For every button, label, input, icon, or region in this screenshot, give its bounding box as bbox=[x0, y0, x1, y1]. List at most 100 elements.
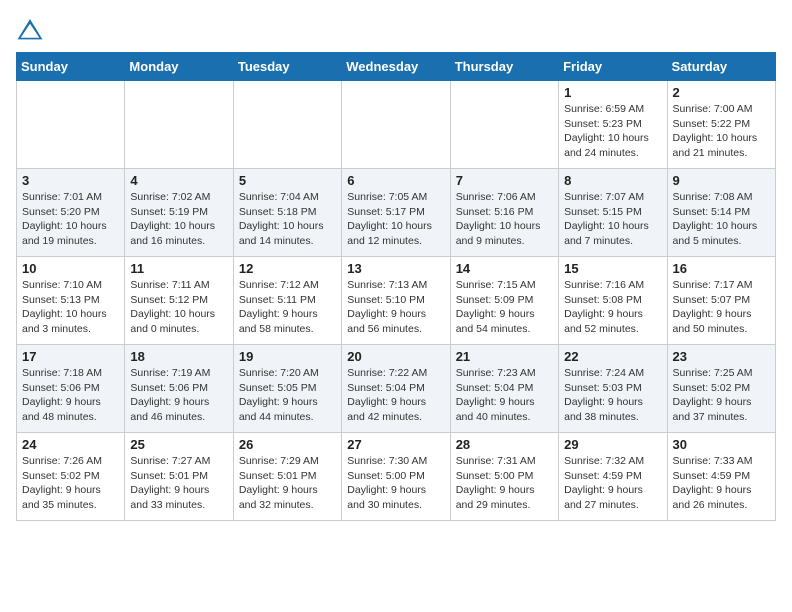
logo-icon bbox=[16, 16, 44, 44]
day-detail: Sunrise: 7:18 AM Sunset: 5:06 PM Dayligh… bbox=[22, 366, 119, 425]
calendar-cell: 28 Sunrise: 7:31 AM Sunset: 5:00 PM Dayli… bbox=[450, 433, 558, 521]
day-number: 17 bbox=[22, 349, 119, 364]
day-detail: Sunrise: 7:19 AM Sunset: 5:06 PM Dayligh… bbox=[130, 366, 227, 425]
day-detail: Sunrise: 7:02 AM Sunset: 5:19 PM Dayligh… bbox=[130, 190, 227, 249]
day-number: 10 bbox=[22, 261, 119, 276]
calendar-cell bbox=[17, 81, 125, 169]
weekday-header-thursday: Thursday bbox=[450, 53, 558, 81]
day-detail: Sunrise: 7:00 AM Sunset: 5:22 PM Dayligh… bbox=[673, 102, 770, 161]
day-detail: Sunrise: 7:20 AM Sunset: 5:05 PM Dayligh… bbox=[239, 366, 336, 425]
calendar-cell: 6 Sunrise: 7:05 AM Sunset: 5:17 PM Daylig… bbox=[342, 169, 450, 257]
day-detail: Sunrise: 7:11 AM Sunset: 5:12 PM Dayligh… bbox=[130, 278, 227, 337]
calendar-cell: 19 Sunrise: 7:20 AM Sunset: 5:05 PM Dayli… bbox=[233, 345, 341, 433]
day-detail: Sunrise: 7:13 AM Sunset: 5:10 PM Dayligh… bbox=[347, 278, 444, 337]
day-number: 29 bbox=[564, 437, 661, 452]
weekday-header-wednesday: Wednesday bbox=[342, 53, 450, 81]
day-number: 8 bbox=[564, 173, 661, 188]
day-detail: Sunrise: 6:59 AM Sunset: 5:23 PM Dayligh… bbox=[564, 102, 661, 161]
calendar-cell bbox=[450, 81, 558, 169]
day-detail: Sunrise: 7:01 AM Sunset: 5:20 PM Dayligh… bbox=[22, 190, 119, 249]
day-detail: Sunrise: 7:12 AM Sunset: 5:11 PM Dayligh… bbox=[239, 278, 336, 337]
day-number: 24 bbox=[22, 437, 119, 452]
calendar-cell: 20 Sunrise: 7:22 AM Sunset: 5:04 PM Dayli… bbox=[342, 345, 450, 433]
day-number: 18 bbox=[130, 349, 227, 364]
calendar-cell: 16 Sunrise: 7:17 AM Sunset: 5:07 PM Dayli… bbox=[667, 257, 775, 345]
day-detail: Sunrise: 7:32 AM Sunset: 4:59 PM Dayligh… bbox=[564, 454, 661, 513]
day-detail: Sunrise: 7:24 AM Sunset: 5:03 PM Dayligh… bbox=[564, 366, 661, 425]
weekday-header-tuesday: Tuesday bbox=[233, 53, 341, 81]
day-detail: Sunrise: 7:05 AM Sunset: 5:17 PM Dayligh… bbox=[347, 190, 444, 249]
day-number: 9 bbox=[673, 173, 770, 188]
calendar-cell: 2 Sunrise: 7:00 AM Sunset: 5:22 PM Daylig… bbox=[667, 81, 775, 169]
calendar-cell: 17 Sunrise: 7:18 AM Sunset: 5:06 PM Dayli… bbox=[17, 345, 125, 433]
calendar-cell bbox=[125, 81, 233, 169]
calendar-cell: 1Sunrise: 6:59 AM Sunset: 5:23 PM Daylig… bbox=[559, 81, 667, 169]
day-number: 30 bbox=[673, 437, 770, 452]
calendar-cell: 26 Sunrise: 7:29 AM Sunset: 5:01 PM Dayli… bbox=[233, 433, 341, 521]
day-number: 6 bbox=[347, 173, 444, 188]
day-number: 19 bbox=[239, 349, 336, 364]
day-number: 26 bbox=[239, 437, 336, 452]
page-header bbox=[16, 16, 776, 44]
calendar-cell: 5 Sunrise: 7:04 AM Sunset: 5:18 PM Daylig… bbox=[233, 169, 341, 257]
calendar-cell: 15 Sunrise: 7:16 AM Sunset: 5:08 PM Dayli… bbox=[559, 257, 667, 345]
weekday-header-friday: Friday bbox=[559, 53, 667, 81]
calendar-cell: 21 Sunrise: 7:23 AM Sunset: 5:04 PM Dayli… bbox=[450, 345, 558, 433]
calendar-cell: 24 Sunrise: 7:26 AM Sunset: 5:02 PM Dayli… bbox=[17, 433, 125, 521]
day-detail: Sunrise: 7:26 AM Sunset: 5:02 PM Dayligh… bbox=[22, 454, 119, 513]
day-number: 4 bbox=[130, 173, 227, 188]
day-detail: Sunrise: 7:22 AM Sunset: 5:04 PM Dayligh… bbox=[347, 366, 444, 425]
day-number: 7 bbox=[456, 173, 553, 188]
calendar-cell: 9 Sunrise: 7:08 AM Sunset: 5:14 PM Daylig… bbox=[667, 169, 775, 257]
weekday-header-monday: Monday bbox=[125, 53, 233, 81]
day-detail: Sunrise: 7:10 AM Sunset: 5:13 PM Dayligh… bbox=[22, 278, 119, 337]
day-detail: Sunrise: 7:23 AM Sunset: 5:04 PM Dayligh… bbox=[456, 366, 553, 425]
day-detail: Sunrise: 7:04 AM Sunset: 5:18 PM Dayligh… bbox=[239, 190, 336, 249]
calendar-cell: 3 Sunrise: 7:01 AM Sunset: 5:20 PM Daylig… bbox=[17, 169, 125, 257]
day-number: 11 bbox=[130, 261, 227, 276]
weekday-header-sunday: Sunday bbox=[17, 53, 125, 81]
calendar-cell: 22 Sunrise: 7:24 AM Sunset: 5:03 PM Dayli… bbox=[559, 345, 667, 433]
calendar-cell: 27 Sunrise: 7:30 AM Sunset: 5:00 PM Dayli… bbox=[342, 433, 450, 521]
day-detail: Sunrise: 7:17 AM Sunset: 5:07 PM Dayligh… bbox=[673, 278, 770, 337]
day-number: 2 bbox=[673, 85, 770, 100]
day-number: 27 bbox=[347, 437, 444, 452]
calendar-cell bbox=[342, 81, 450, 169]
calendar-cell: 8 Sunrise: 7:07 AM Sunset: 5:15 PM Daylig… bbox=[559, 169, 667, 257]
calendar-cell: 30Sunrise: 7:33 AM Sunset: 4:59 PM Dayli… bbox=[667, 433, 775, 521]
calendar-cell: 23 Sunrise: 7:25 AM Sunset: 5:02 PM Dayli… bbox=[667, 345, 775, 433]
day-number: 14 bbox=[456, 261, 553, 276]
day-detail: Sunrise: 7:15 AM Sunset: 5:09 PM Dayligh… bbox=[456, 278, 553, 337]
day-detail: Sunrise: 7:07 AM Sunset: 5:15 PM Dayligh… bbox=[564, 190, 661, 249]
day-detail: Sunrise: 7:31 AM Sunset: 5:00 PM Dayligh… bbox=[456, 454, 553, 513]
calendar-cell bbox=[233, 81, 341, 169]
day-number: 23 bbox=[673, 349, 770, 364]
day-detail: Sunrise: 7:29 AM Sunset: 5:01 PM Dayligh… bbox=[239, 454, 336, 513]
day-number: 22 bbox=[564, 349, 661, 364]
day-number: 20 bbox=[347, 349, 444, 364]
day-detail: Sunrise: 7:16 AM Sunset: 5:08 PM Dayligh… bbox=[564, 278, 661, 337]
calendar-cell: 14 Sunrise: 7:15 AM Sunset: 5:09 PM Dayli… bbox=[450, 257, 558, 345]
day-number: 21 bbox=[456, 349, 553, 364]
day-detail: Sunrise: 7:25 AM Sunset: 5:02 PM Dayligh… bbox=[673, 366, 770, 425]
day-number: 16 bbox=[673, 261, 770, 276]
day-number: 5 bbox=[239, 173, 336, 188]
day-number: 3 bbox=[22, 173, 119, 188]
day-number: 13 bbox=[347, 261, 444, 276]
day-detail: Sunrise: 7:30 AM Sunset: 5:00 PM Dayligh… bbox=[347, 454, 444, 513]
calendar-cell: 29 Sunrise: 7:32 AM Sunset: 4:59 PM Dayli… bbox=[559, 433, 667, 521]
day-number: 28 bbox=[456, 437, 553, 452]
calendar-cell: 4 Sunrise: 7:02 AM Sunset: 5:19 PM Daylig… bbox=[125, 169, 233, 257]
day-detail: Sunrise: 7:08 AM Sunset: 5:14 PM Dayligh… bbox=[673, 190, 770, 249]
calendar-table: SundayMondayTuesdayWednesdayThursdayFrid… bbox=[16, 52, 776, 521]
calendar-cell: 25Sunrise: 7:27 AM Sunset: 5:01 PM Dayli… bbox=[125, 433, 233, 521]
calendar-cell: 12 Sunrise: 7:12 AM Sunset: 5:11 PM Dayli… bbox=[233, 257, 341, 345]
day-number: 12 bbox=[239, 261, 336, 276]
calendar-cell: 13 Sunrise: 7:13 AM Sunset: 5:10 PM Dayli… bbox=[342, 257, 450, 345]
day-number: 25 bbox=[130, 437, 227, 452]
day-detail: Sunrise: 7:06 AM Sunset: 5:16 PM Dayligh… bbox=[456, 190, 553, 249]
calendar-cell: 7 Sunrise: 7:06 AM Sunset: 5:16 PM Daylig… bbox=[450, 169, 558, 257]
logo bbox=[16, 16, 48, 44]
day-number: 15 bbox=[564, 261, 661, 276]
calendar-cell: 10 Sunrise: 7:10 AM Sunset: 5:13 PM Dayli… bbox=[17, 257, 125, 345]
